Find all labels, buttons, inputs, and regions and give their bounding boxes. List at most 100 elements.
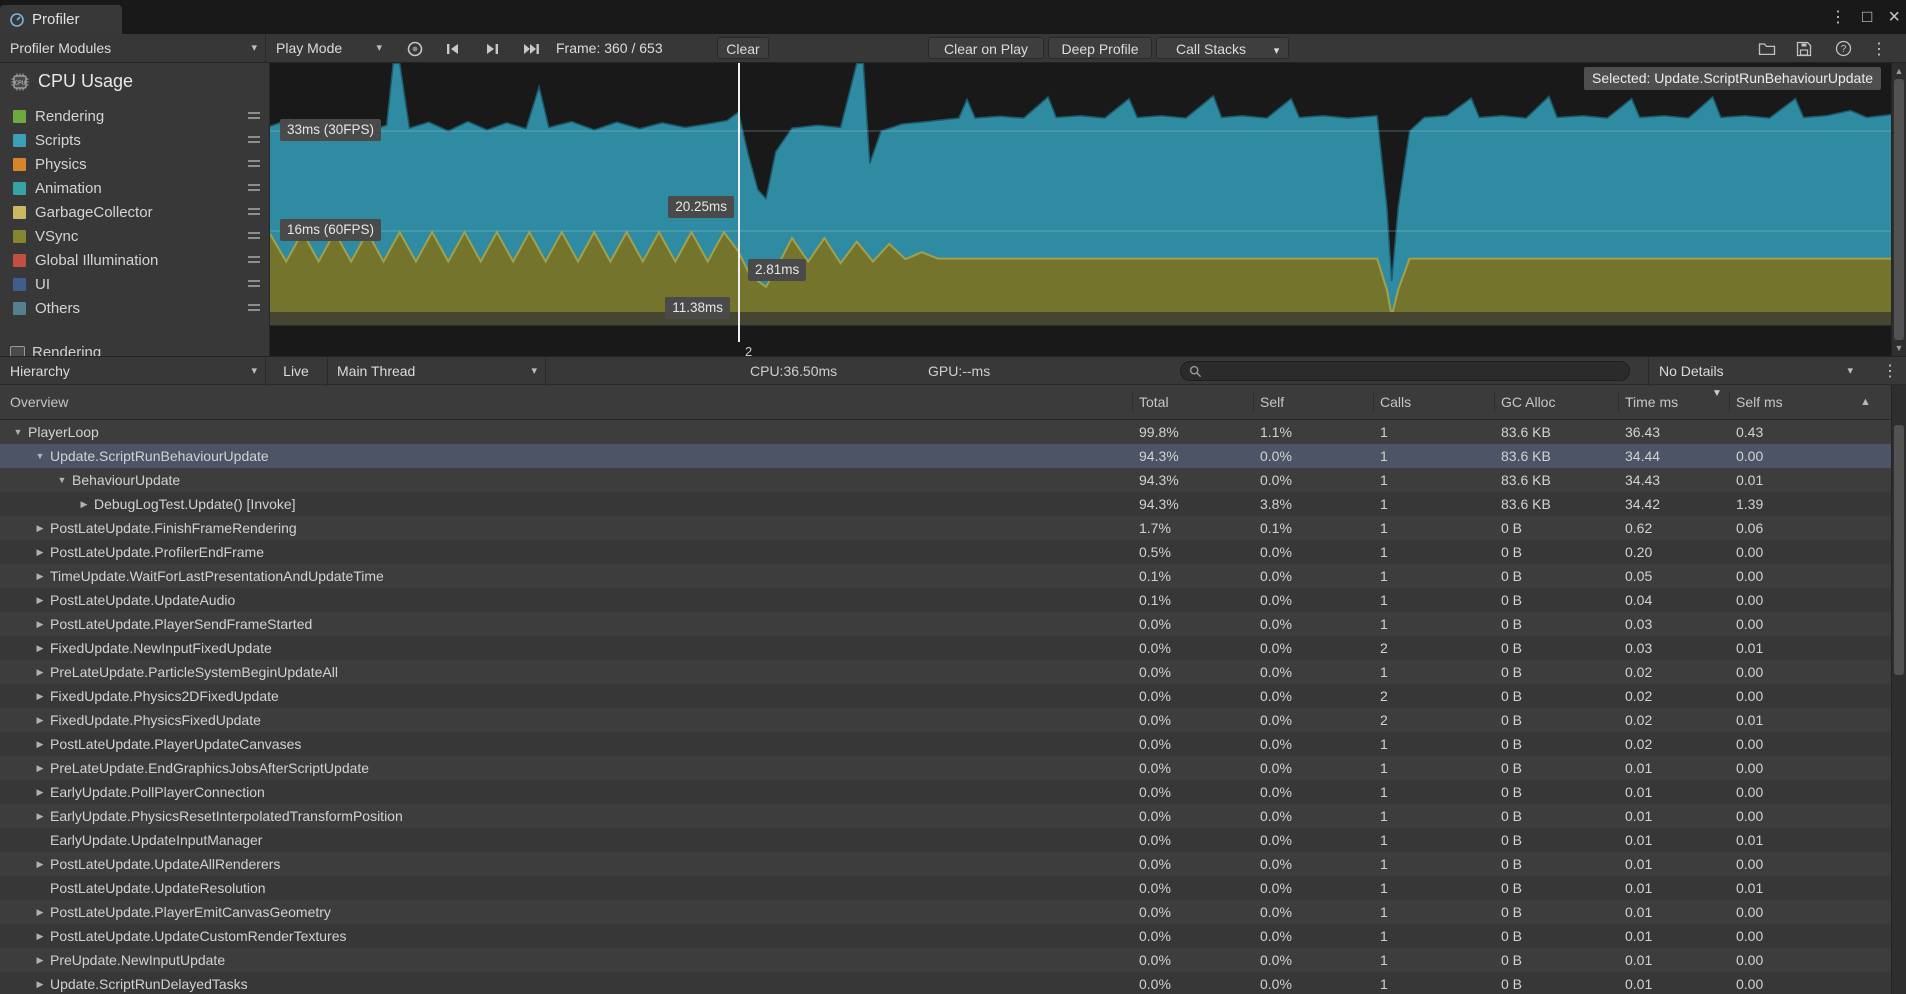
- column-header-overview[interactable]: Overview: [10, 385, 68, 419]
- column-separator[interactable]: [1494, 392, 1495, 412]
- table-row[interactable]: ▶ PostLateUpdate.FinishFrameRendering 1.7%…: [0, 516, 1891, 540]
- drag-handle-icon[interactable]: [248, 112, 260, 122]
- table-row[interactable]: ▼ Update.ScriptRunBehaviourUpdate 94.3% 0.0…: [0, 444, 1891, 468]
- modules-scrollbar[interactable]: ▲ ▼: [1891, 63, 1906, 356]
- rendering-module-header[interactable]: Rendering: [0, 342, 270, 356]
- table-row[interactable]: ▶ PostLateUpdate.ProfilerEndFrame 0.5% 0.0%…: [0, 540, 1891, 564]
- table-row[interactable]: ▶ PostLateUpdate.PlayerSendFrameStarted 0.…: [0, 612, 1891, 636]
- table-row[interactable]: ▼ BehaviourUpdate 94.3% 0.0% 1 83.6 KB 34.43 0.…: [0, 468, 1891, 492]
- table-row[interactable]: ▶ EarlyUpdate.PhysicsResetInterpolatedTra…: [0, 804, 1891, 828]
- column-header-self-ms[interactable]: Self ms: [1736, 385, 1783, 419]
- legend-item-rendering[interactable]: Rendering: [0, 104, 269, 128]
- column-separator[interactable]: [1618, 392, 1619, 412]
- column-separator[interactable]: [1253, 392, 1254, 412]
- column-header-gc-alloc[interactable]: GC Alloc: [1501, 385, 1555, 419]
- scroll-down-icon[interactable]: ▼: [1892, 341, 1906, 355]
- help-button[interactable]: ?: [1830, 34, 1856, 63]
- column-header-self[interactable]: Self: [1260, 385, 1284, 419]
- scroll-up-icon[interactable]: ▲: [1860, 385, 1871, 419]
- collapse-icon[interactable]: ▼: [54, 468, 70, 492]
- expand-icon[interactable]: ▶: [76, 492, 92, 516]
- table-row[interactable]: ▶ PreUpdate.NewInputUpdate 0.0% 0.0% 1 0 B 0.0…: [0, 948, 1891, 972]
- expand-icon[interactable]: ▶: [32, 708, 48, 732]
- table-row[interactable]: ▶ PostLateUpdate.UpdateCustomRenderTextur…: [0, 924, 1891, 948]
- table-row[interactable]: ▶ FixedUpdate.PhysicsFixedUpdate 0.0% 0.0% 2…: [0, 708, 1891, 732]
- table-row[interactable]: ▶ Update.ScriptRunDelayedTasks 0.0% 0.0% 1 0 …: [0, 972, 1891, 994]
- drag-handle-icon[interactable]: [248, 232, 260, 242]
- maximize-icon[interactable]: □: [1862, 7, 1872, 27]
- expand-icon[interactable]: ▶: [32, 588, 48, 612]
- expand-icon[interactable]: ▶: [32, 612, 48, 636]
- collapse-icon[interactable]: ▼: [32, 444, 48, 468]
- call-stacks-toggle[interactable]: Call Stacks: [1156, 37, 1266, 59]
- drag-handle-icon[interactable]: [248, 184, 260, 194]
- legend-item-garbagecollector[interactable]: GarbageCollector: [0, 200, 269, 224]
- expand-icon[interactable]: ▶: [32, 948, 48, 972]
- toolbar-menu-button[interactable]: ⋮: [1866, 34, 1892, 63]
- deep-profile-toggle[interactable]: Deep Profile: [1048, 37, 1152, 59]
- table-row[interactable]: ▼ PlayerLoop 99.8% 1.1% 1 83.6 KB 36.43 0.43: [0, 420, 1891, 444]
- drag-handle-icon[interactable]: [248, 280, 260, 290]
- drag-handle-icon[interactable]: [248, 256, 260, 266]
- chart-playhead[interactable]: [738, 63, 740, 342]
- profiler-modules-dropdown[interactable]: Profiler Modules ▾: [0, 34, 266, 63]
- thread-dropdown[interactable]: Main Thread ▾: [327, 357, 546, 386]
- call-stacks-dropdown[interactable]: ▾: [1265, 37, 1289, 59]
- table-row[interactable]: ▶ PreLateUpdate.EndGraphicsJobsAfterScrip…: [0, 756, 1891, 780]
- column-header-total[interactable]: Total: [1139, 385, 1169, 419]
- table-row[interactable]: PostLateUpdate.UpdateResolution 0.0% 0.0% 1…: [0, 876, 1891, 900]
- previous-frame-button[interactable]: [437, 34, 469, 63]
- table-row[interactable]: ▶ PostLateUpdate.UpdateAudio 0.1% 0.0% 1 0 B 0…: [0, 588, 1891, 612]
- current-frame-button[interactable]: [514, 34, 548, 63]
- collapse-icon[interactable]: ▼: [10, 420, 26, 444]
- expand-icon[interactable]: ▶: [32, 780, 48, 804]
- cpu-chart[interactable]: 33ms (30FPS) 16ms (60FPS) 20.25ms 2.81ms…: [270, 63, 1891, 342]
- cpu-module-header[interactable]: CPU CPU Usage: [10, 71, 133, 92]
- expand-icon[interactable]: ▶: [32, 972, 48, 994]
- load-profile-button[interactable]: [1752, 34, 1782, 63]
- expand-icon[interactable]: ▶: [32, 852, 48, 876]
- table-row[interactable]: ▶ EarlyUpdate.PollPlayerConnection 0.0% 0.0…: [0, 780, 1891, 804]
- expand-icon[interactable]: ▶: [32, 516, 48, 540]
- expand-icon[interactable]: ▶: [32, 636, 48, 660]
- save-profile-button[interactable]: [1790, 34, 1818, 63]
- expand-icon[interactable]: ▶: [32, 660, 48, 684]
- table-row[interactable]: EarlyUpdate.UpdateInputManager 0.0% 0.0% 1 0…: [0, 828, 1891, 852]
- legend-item-scripts[interactable]: Scripts: [0, 128, 269, 152]
- clear-on-play-toggle[interactable]: Clear on Play: [928, 37, 1044, 59]
- table-scrollbar[interactable]: [1891, 385, 1906, 994]
- legend-item-ui[interactable]: UI: [0, 272, 269, 296]
- expand-icon[interactable]: ▶: [32, 804, 48, 828]
- next-frame-button[interactable]: [476, 34, 508, 63]
- drag-handle-icon[interactable]: [248, 208, 260, 218]
- table-row[interactable]: ▶ PostLateUpdate.PlayerEmitCanvasGeometry…: [0, 900, 1891, 924]
- window-menu-icon[interactable]: ⋮: [1830, 7, 1846, 27]
- table-row[interactable]: ▶ PreLateUpdate.ParticleSystemBeginUpdate…: [0, 660, 1891, 684]
- expand-icon[interactable]: ▶: [32, 540, 48, 564]
- column-separator[interactable]: [1132, 392, 1133, 412]
- legend-item-others[interactable]: Others: [0, 296, 269, 320]
- column-header-time-ms[interactable]: Time ms: [1625, 385, 1678, 419]
- table-row[interactable]: ▶ DebugLogTest.Update() [Invoke] 94.3% 3.8%…: [0, 492, 1891, 516]
- view-mode-dropdown[interactable]: Hierarchy ▾: [0, 357, 266, 386]
- column-separator[interactable]: [1729, 392, 1730, 412]
- legend-item-physics[interactable]: Physics: [0, 152, 269, 176]
- play-mode-dropdown[interactable]: Play Mode ▾: [266, 34, 390, 63]
- record-button[interactable]: [398, 34, 432, 63]
- expand-icon[interactable]: ▶: [32, 900, 48, 924]
- table-row[interactable]: ▶ TimeUpdate.WaitForLastPresentationAndUp…: [0, 564, 1891, 588]
- column-header-calls[interactable]: Calls: [1380, 385, 1411, 419]
- expand-icon[interactable]: ▶: [32, 732, 48, 756]
- scrollbar-thumb[interactable]: [1894, 425, 1904, 675]
- drag-handle-icon[interactable]: [248, 304, 260, 314]
- search-field[interactable]: [1180, 361, 1630, 382]
- drag-handle-icon[interactable]: [248, 160, 260, 170]
- profiler-tab[interactable]: Profiler: [0, 5, 122, 34]
- table-row[interactable]: ▶ FixedUpdate.NewInputFixedUpdate 0.0% 0.0%…: [0, 636, 1891, 660]
- table-row[interactable]: ▶ PostLateUpdate.PlayerUpdateCanvases 0.0%…: [0, 732, 1891, 756]
- details-dropdown[interactable]: No Details ▾: [1648, 357, 1861, 386]
- table-row[interactable]: ▶ FixedUpdate.Physics2DFixedUpdate 0.0% 0.0…: [0, 684, 1891, 708]
- drag-handle-icon[interactable]: [248, 136, 260, 146]
- live-toggle[interactable]: Live: [265, 357, 328, 386]
- scrollbar-thumb[interactable]: [1894, 79, 1904, 340]
